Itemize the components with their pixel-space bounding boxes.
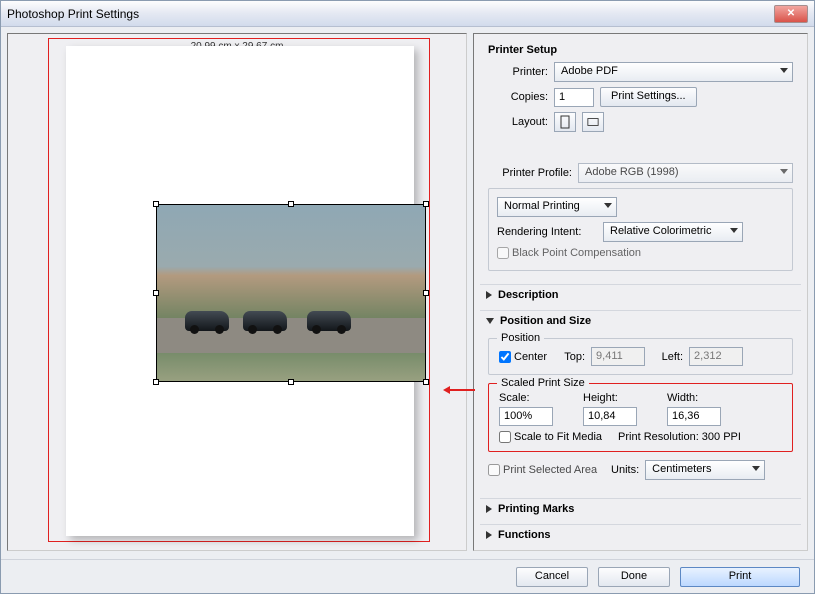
checkbox-icon[interactable] <box>497 247 509 259</box>
photo-car <box>243 311 287 331</box>
rendering-intent-select[interactable]: Relative Colorimetric <box>603 222 743 242</box>
layout-landscape-button[interactable] <box>582 112 604 132</box>
print-mode-select[interactable]: Normal Printing <box>497 197 617 217</box>
resize-handle[interactable] <box>153 379 159 385</box>
profile-value: Adobe RGB (1998) <box>585 166 679 178</box>
checkbox-icon[interactable] <box>488 464 500 476</box>
printing-marks-section[interactable]: Printing Marks <box>480 498 801 519</box>
scale-input[interactable]: 100% <box>499 407 553 426</box>
chevron-down-icon <box>752 466 760 471</box>
preview-pane: 20,99 cm x 29,67 cm <box>7 33 467 551</box>
landscape-icon <box>587 115 599 129</box>
units-value: Centimeters <box>652 463 711 475</box>
print-settings-button[interactable]: Print Settings... <box>600 87 697 107</box>
units-label: Units: <box>603 464 639 476</box>
annotation-arrow-icon <box>449 389 475 391</box>
scale-to-fit-checkbox[interactable]: Scale to Fit Media <box>499 431 602 443</box>
description-section[interactable]: Description <box>480 284 801 305</box>
functions-section[interactable]: Functions <box>480 524 801 545</box>
profile-label: Printer Profile: <box>488 167 572 179</box>
triangle-right-icon <box>486 531 492 539</box>
resize-handle[interactable] <box>288 379 294 385</box>
left-label: Left: <box>651 351 683 363</box>
chevron-down-icon <box>604 203 612 208</box>
units-select[interactable]: Centimeters <box>645 460 765 480</box>
color-group: Printer Profile: Adobe RGB (1998) Normal… <box>480 159 801 279</box>
scale-to-fit-label: Scale to Fit Media <box>514 431 602 443</box>
print-selected-checkbox[interactable]: Print Selected Area <box>488 464 597 476</box>
checkbox-icon[interactable] <box>499 431 511 443</box>
position-size-section[interactable]: Position and Size <box>480 310 801 331</box>
close-icon[interactable]: ✕ <box>774 5 808 23</box>
chevron-down-icon <box>730 228 738 233</box>
triangle-right-icon <box>486 291 492 299</box>
photo-car <box>185 311 229 331</box>
dialog-footer: Cancel Done Print <box>1 559 814 593</box>
printer-value: Adobe PDF <box>561 65 618 77</box>
left-input[interactable]: 2,312 <box>689 347 743 366</box>
photo-car <box>307 311 351 331</box>
resize-handle[interactable] <box>153 290 159 296</box>
functions-title: Functions <box>498 529 551 541</box>
width-label: Width: <box>667 392 721 404</box>
chevron-down-icon <box>780 169 788 174</box>
printing-marks-title: Printing Marks <box>498 503 574 515</box>
postscript-section[interactable]: PostScript Options <box>480 550 801 551</box>
print-settings-dialog: Photoshop Print Settings ✕ 20,99 cm x 29… <box>0 0 815 594</box>
printer-setup-title: Printer Setup <box>488 44 793 56</box>
resize-handle[interactable] <box>423 290 429 296</box>
print-button[interactable]: Print <box>680 567 800 587</box>
portrait-icon <box>559 115 571 129</box>
triangle-right-icon <box>486 505 492 513</box>
photo-content <box>157 205 425 381</box>
position-legend: Position <box>497 332 544 344</box>
top-label: Top: <box>553 351 585 363</box>
width-input[interactable]: 16,36 <box>667 407 721 426</box>
intent-label: Rendering Intent: <box>497 226 597 238</box>
paper-preview <box>66 46 414 536</box>
black-point-label: Black Point Compensation <box>512 247 641 259</box>
printer-setup-group: Printer Setup Printer: Adobe PDF Copies:… <box>480 40 801 145</box>
print-selected-label: Print Selected Area <box>503 464 597 476</box>
top-input[interactable]: 9,411 <box>591 347 645 366</box>
height-input[interactable]: 10,84 <box>583 407 637 426</box>
print-mode-value: Normal Printing <box>504 200 580 212</box>
scale-label: Scale: <box>499 392 553 404</box>
position-size-title: Position and Size <box>500 315 591 327</box>
center-checkbox[interactable]: Center <box>499 351 547 363</box>
position-fieldset: Position Center Top: 9,411 Left: 2,312 <box>488 338 793 375</box>
window-buttons: ✕ <box>774 5 808 23</box>
scaled-print-size-fieldset: Scaled Print Size Scale: 100% Height: 10… <box>488 383 793 452</box>
copies-input[interactable]: 1 <box>554 88 594 107</box>
position-size-group: Position Center Top: 9,411 Left: 2,312 S… <box>480 336 801 493</box>
resize-handle[interactable] <box>423 379 429 385</box>
cancel-button[interactable]: Cancel <box>516 567 588 587</box>
print-resolution: Print Resolution: 300 PPI <box>618 431 741 443</box>
scaled-legend: Scaled Print Size <box>497 377 589 389</box>
triangle-down-icon <box>486 318 494 324</box>
layout-label: Layout: <box>488 116 548 128</box>
color-fieldset: Normal Printing Rendering Intent: Relati… <box>488 188 793 271</box>
printer-profile-select[interactable]: Adobe RGB (1998) <box>578 163 793 183</box>
checkbox-icon[interactable] <box>499 351 511 363</box>
intent-value: Relative Colorimetric <box>610 225 711 237</box>
image-preview[interactable] <box>156 204 426 382</box>
height-label: Height: <box>583 392 637 404</box>
center-label: Center <box>514 351 547 363</box>
description-title: Description <box>498 289 559 301</box>
resize-handle[interactable] <box>288 201 294 207</box>
black-point-checkbox[interactable]: Black Point Compensation <box>497 247 641 259</box>
printer-label: Printer: <box>488 66 548 78</box>
layout-portrait-button[interactable] <box>554 112 576 132</box>
chevron-down-icon <box>780 68 788 73</box>
resize-handle[interactable] <box>153 201 159 207</box>
resize-handle[interactable] <box>423 201 429 207</box>
printer-select[interactable]: Adobe PDF <box>554 62 793 82</box>
done-button[interactable]: Done <box>598 567 670 587</box>
titlebar[interactable]: Photoshop Print Settings ✕ <box>1 1 814 27</box>
window-title: Photoshop Print Settings <box>7 7 139 21</box>
copies-label: Copies: <box>488 91 548 103</box>
settings-pane: Printer Setup Printer: Adobe PDF Copies:… <box>473 33 808 551</box>
